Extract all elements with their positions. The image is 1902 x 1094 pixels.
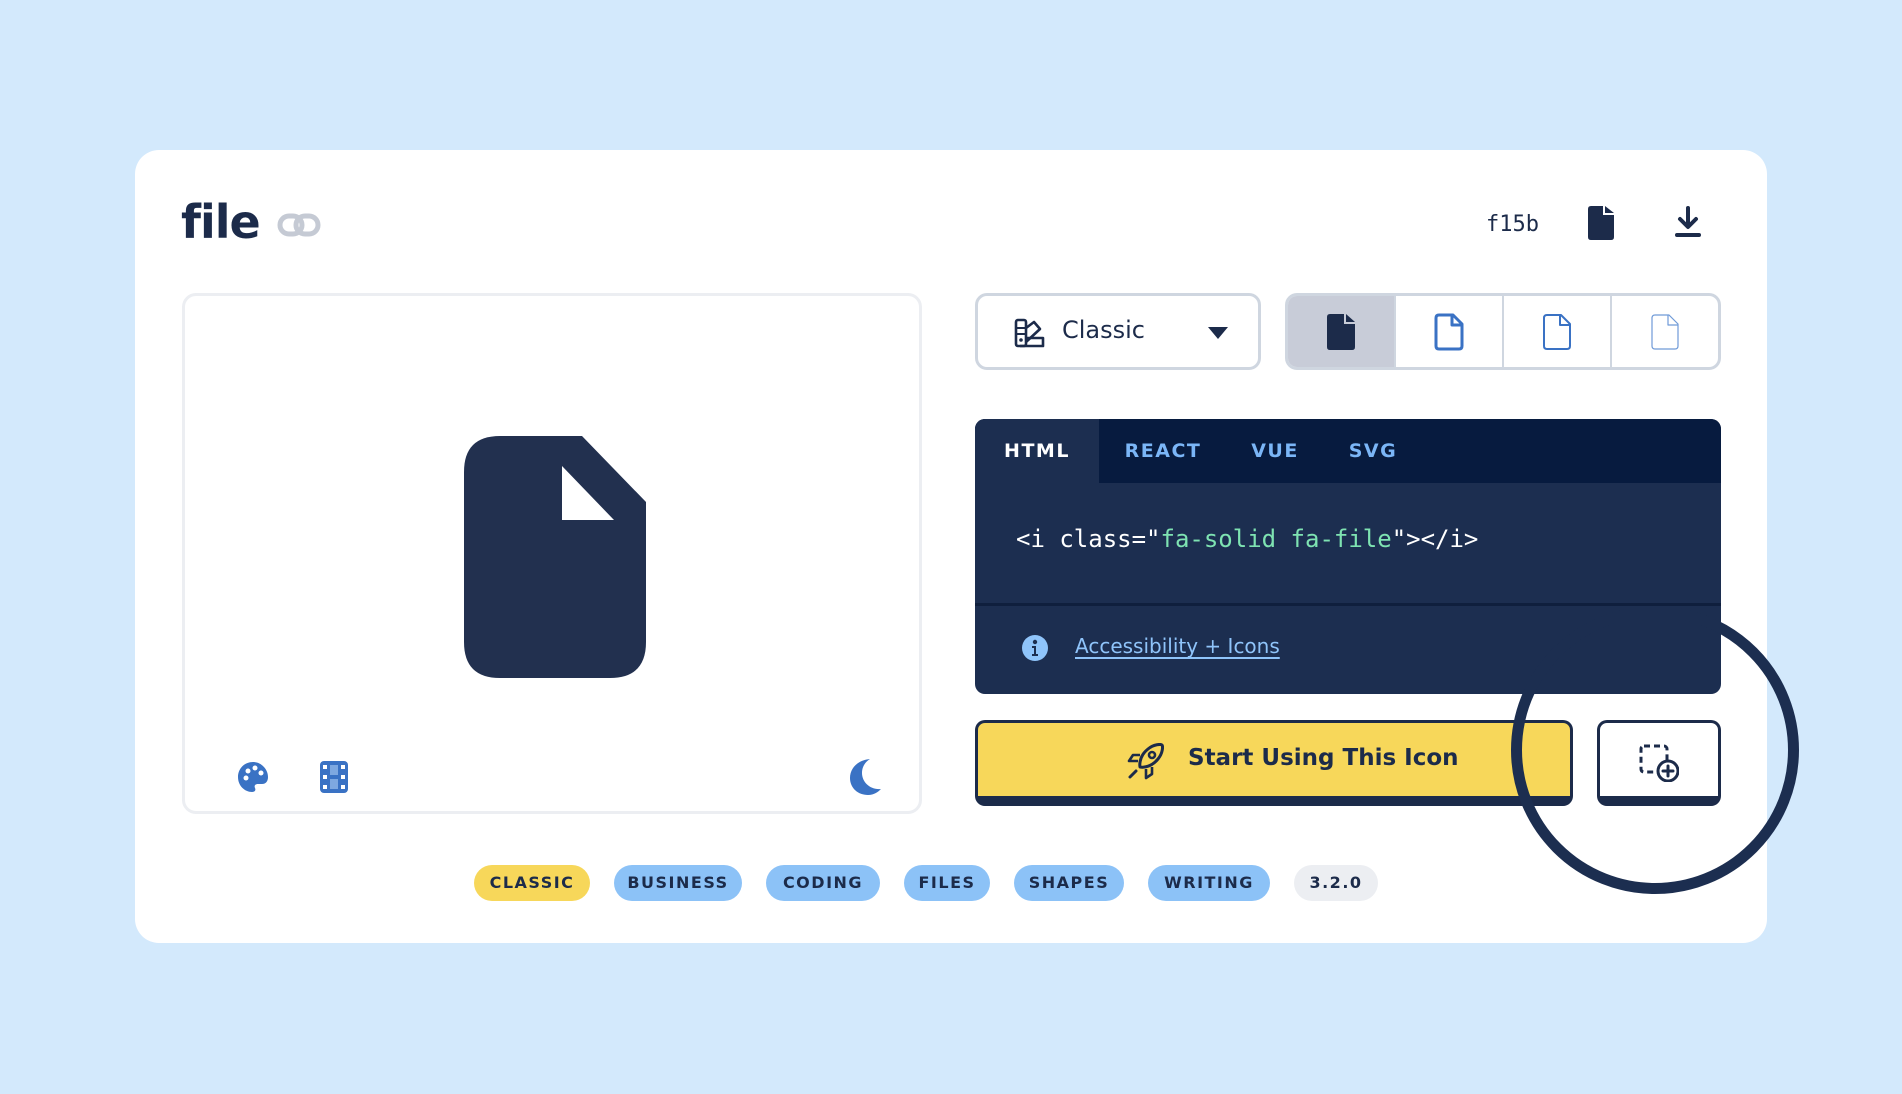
film-icon[interactable] — [320, 761, 348, 793]
tab-react[interactable]: REACT — [1099, 419, 1227, 483]
add-to-kit-icon — [1639, 744, 1679, 782]
code-prefix: <i class=" — [1016, 525, 1161, 553]
style-select-value: Classic — [1062, 316, 1146, 344]
caret-down-icon — [1208, 327, 1228, 339]
copy-glyph-file-icon[interactable] — [1588, 206, 1614, 240]
code-class-string: fa-solid fa-file — [1160, 525, 1392, 553]
accessibility-link[interactable]: Accessibility + Icons — [1075, 634, 1280, 658]
variant-regular[interactable] — [1396, 296, 1504, 367]
info-icon — [1022, 635, 1048, 661]
tab-html[interactable]: HTML — [975, 419, 1099, 483]
file-thin-icon — [1651, 313, 1679, 350]
start-button-label: Start Using This Icon — [1188, 745, 1459, 771]
style-variant-picker — [1285, 293, 1721, 370]
download-icon[interactable] — [1674, 206, 1702, 238]
add-to-kit-button[interactable] — [1597, 720, 1721, 806]
file-preview-icon — [464, 436, 646, 678]
file-regular-icon — [1434, 313, 1464, 350]
tag-writing[interactable]: WRITING — [1148, 865, 1270, 901]
palette-icon[interactable] — [237, 761, 269, 793]
moon-icon[interactable] — [848, 758, 882, 796]
swatchbook-icon — [1014, 318, 1045, 348]
tag-shapes[interactable]: SHAPES — [1014, 865, 1124, 901]
tag-coding[interactable]: CODING — [766, 865, 880, 901]
code-tabs: HTML REACT VUE SVG — [975, 419, 1721, 483]
unicode-value[interactable]: f15b — [1486, 212, 1539, 237]
style-family-select[interactable]: Classic — [975, 293, 1261, 370]
variant-thin[interactable] — [1612, 296, 1718, 367]
version-badge: 3.2.0 — [1294, 865, 1378, 901]
icon-preview-panel — [182, 293, 922, 814]
variant-solid[interactable] — [1288, 296, 1396, 367]
icon-name-title: file — [181, 195, 261, 249]
file-light-icon — [1543, 313, 1571, 350]
code-snippet-panel: HTML REACT VUE SVG <i class="fa-solid fa… — [975, 419, 1721, 694]
divider — [975, 603, 1721, 606]
code-suffix: "></i> — [1391, 525, 1479, 553]
start-using-button[interactable]: Start Using This Icon — [975, 720, 1573, 806]
tab-svg[interactable]: SVG — [1323, 419, 1423, 483]
file-solid-icon — [1327, 313, 1355, 350]
tag-files[interactable]: FILES — [904, 865, 990, 901]
link-icon[interactable] — [277, 210, 321, 240]
code-snippet[interactable]: <i class="fa-solid fa-file"></i> — [1016, 525, 1478, 553]
tag-business[interactable]: BUSINESS — [614, 865, 742, 901]
icon-detail-card: file f15b Classic HTML REACT VUE SVG <i … — [135, 150, 1799, 943]
variant-light[interactable] — [1504, 296, 1612, 367]
rocket-icon — [1127, 743, 1164, 780]
tag-classic[interactable]: CLASSIC — [474, 865, 590, 901]
tab-vue[interactable]: VUE — [1227, 419, 1323, 483]
